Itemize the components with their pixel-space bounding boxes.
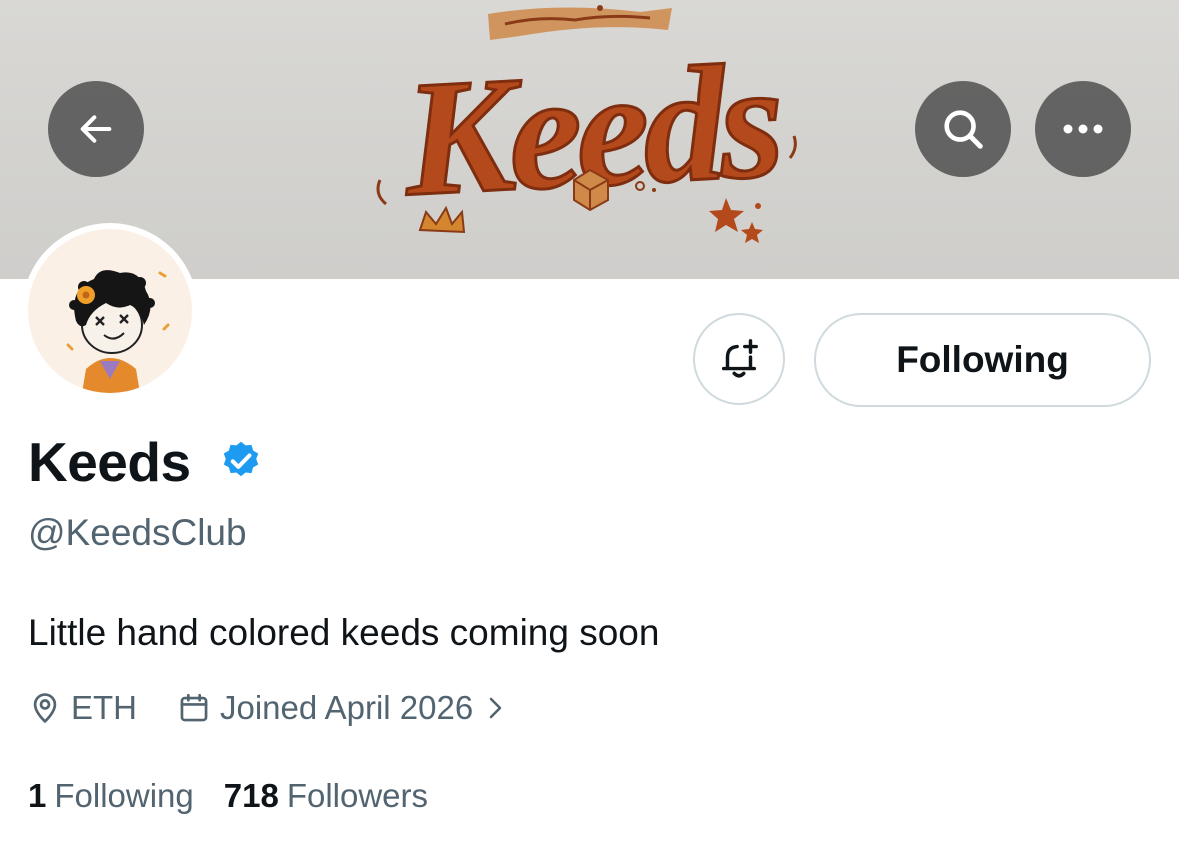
- following-button[interactable]: Following: [814, 313, 1151, 407]
- profile-meta: ETH Joined April 2026: [28, 688, 507, 728]
- following-count: 1: [28, 777, 47, 814]
- calendar-icon: [177, 691, 211, 725]
- followers-label: Followers: [286, 777, 429, 814]
- chevron-right-icon: [485, 695, 507, 721]
- arrow-left-icon: [80, 115, 112, 143]
- more-options-button[interactable]: [1035, 81, 1131, 177]
- display-name: Keeds: [28, 431, 191, 493]
- location-item: ETH: [28, 689, 137, 727]
- follow-stats: 1 Following 718 Followers: [28, 777, 428, 815]
- bell-plus-icon: [721, 339, 758, 378]
- followers-count: 718: [223, 777, 279, 814]
- location-text: ETH: [71, 689, 137, 726]
- more-horizontal-icon: [1063, 124, 1103, 134]
- joined-date-item[interactable]: Joined April 2026: [177, 689, 507, 727]
- following-label: Following: [54, 777, 194, 814]
- location-pin-icon: [28, 691, 62, 725]
- profile-bio: Little hand colored keeds coming soon: [28, 612, 660, 653]
- profile-handle: @KeedsClub: [28, 512, 247, 553]
- following-count-link[interactable]: 1 Following: [28, 777, 194, 815]
- joined-text: Joined April 2026: [220, 689, 474, 726]
- notifications-button[interactable]: [693, 313, 785, 405]
- avatar-image: [28, 229, 192, 393]
- keed-character-illustration: [66, 270, 170, 393]
- search-icon: [944, 110, 983, 149]
- avatar[interactable]: [22, 223, 198, 399]
- search-button[interactable]: [915, 81, 1011, 177]
- verified-badge-icon: [223, 441, 259, 477]
- followers-count-link[interactable]: 718 Followers: [224, 777, 428, 815]
- back-button[interactable]: [48, 81, 144, 177]
